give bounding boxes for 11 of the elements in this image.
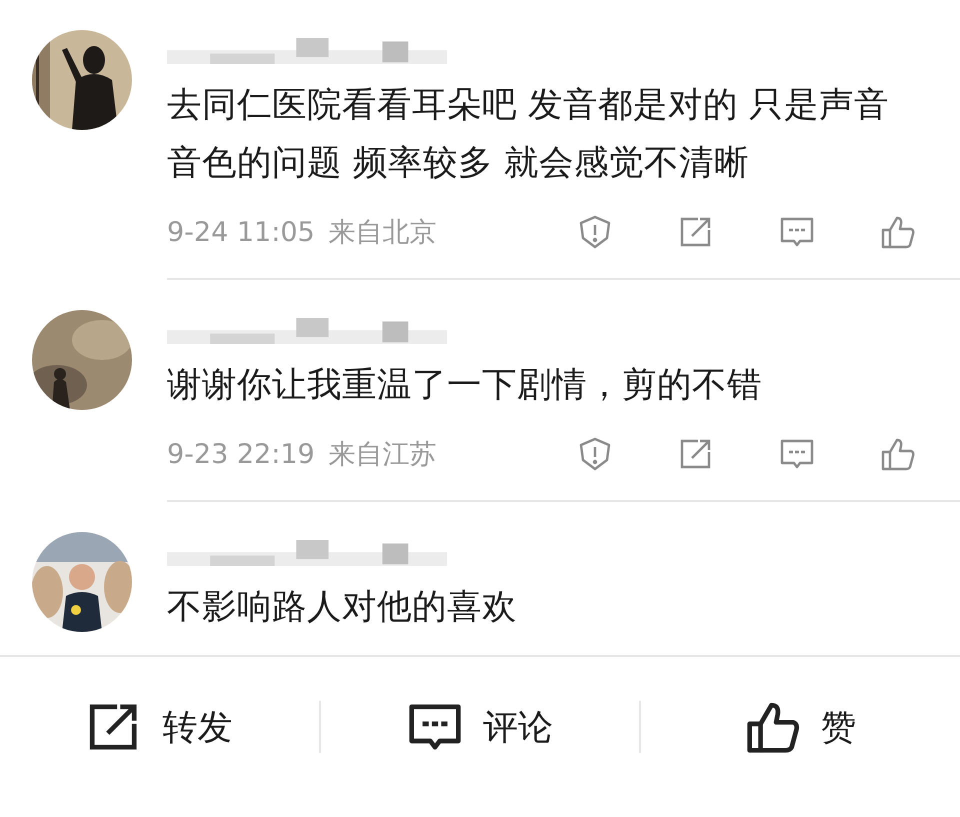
report-icon[interactable] bbox=[577, 436, 613, 472]
comment-text: 不影响路人对他的喜欢 bbox=[167, 586, 518, 629]
comment-time: 9-23 22:19 bbox=[167, 438, 315, 470]
comment-text: 去同仁医院看看耳朵吧 发音都是对的 只是声音音色的问题 频率较多 就会感觉不清晰 bbox=[167, 84, 890, 185]
comment-location: 来自江苏 bbox=[328, 438, 437, 472]
comment-time: 9-24 11:05 bbox=[167, 216, 315, 248]
comment-location: 来自北京 bbox=[328, 216, 437, 250]
thumbs-up-icon[interactable] bbox=[880, 214, 916, 250]
report-icon[interactable] bbox=[577, 214, 613, 250]
thumbs-up-icon[interactable] bbox=[880, 436, 916, 472]
comment-text: 谢谢你让我重温了一下剧情，剪的不错 bbox=[167, 364, 763, 407]
